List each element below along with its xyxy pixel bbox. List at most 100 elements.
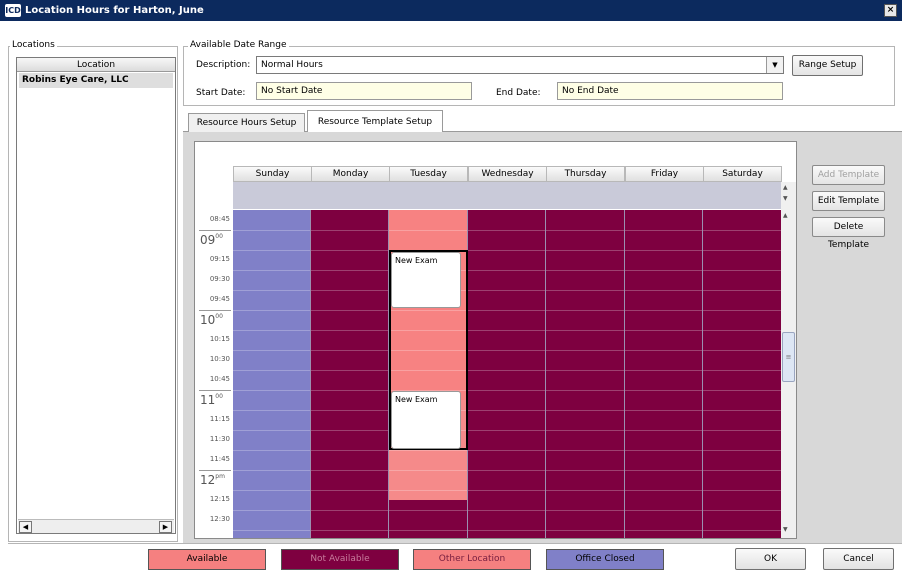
- chevron-down-icon[interactable]: ▼: [766, 57, 783, 73]
- tab-resource-template-setup[interactable]: Resource Template Setup: [307, 110, 443, 132]
- hour-number: 10: [200, 313, 216, 327]
- slot-line: [233, 310, 311, 311]
- slot-line: [703, 510, 782, 511]
- ok-button[interactable]: OK: [735, 548, 806, 570]
- hour-separator: [199, 390, 231, 391]
- add-template-button[interactable]: Add Template: [812, 165, 885, 185]
- date-range-group-label: Available Date Range: [188, 40, 289, 51]
- appointment-block[interactable]: New Exam: [391, 252, 461, 308]
- locations-list[interactable]: Location Robins Eye Care, LLC ◀ ▶: [16, 57, 176, 534]
- slot-line: [468, 270, 546, 271]
- legend-not-available: Not Available: [281, 549, 399, 570]
- slot-line: [311, 410, 389, 411]
- time-label: 12:30: [209, 515, 230, 523]
- close-button[interactable]: ×: [884, 4, 897, 17]
- slot-line: [311, 510, 389, 511]
- slot-line: [311, 450, 389, 451]
- column-separator: [310, 210, 311, 538]
- day-header-sunday[interactable]: Sunday: [233, 166, 312, 182]
- window-title: Location Hours for Harton, June: [25, 5, 204, 16]
- slot-line: [703, 450, 782, 451]
- time-label: 11:30: [209, 435, 230, 443]
- slot-line: [625, 250, 703, 251]
- day-header-thursday[interactable]: Thursday: [546, 166, 625, 182]
- slot-line: [311, 490, 389, 491]
- schedule-grid[interactable]: New Exam New Exam: [233, 210, 782, 538]
- slot-line: [233, 430, 311, 431]
- slot-line: [468, 450, 546, 451]
- day-column-saturday[interactable]: [703, 210, 782, 538]
- slot-line: [546, 270, 624, 271]
- slot-line: [468, 390, 546, 391]
- end-date-field[interactable]: No End Date: [557, 82, 783, 100]
- slot-line: [703, 490, 782, 491]
- hour-label: 12pm: [200, 473, 225, 487]
- delete-template-button[interactable]: Delete Template: [812, 217, 885, 250]
- locations-horizontal-scrollbar[interactable]: ◀ ▶: [18, 519, 174, 533]
- edit-template-button[interactable]: Edit Template: [812, 191, 885, 211]
- hour-separator: [199, 470, 231, 471]
- slot-line: [546, 350, 624, 351]
- legend-other-location: Other Location: [413, 549, 531, 570]
- all-day-area[interactable]: [233, 182, 782, 209]
- slot-line: [311, 430, 389, 431]
- scroll-right-icon[interactable]: ▶: [159, 521, 172, 533]
- slot-line: [625, 530, 703, 531]
- slot-line: [468, 490, 546, 491]
- tab-resource-hours-setup[interactable]: Resource Hours Setup: [188, 113, 305, 132]
- scroll-up-icon[interactable]: ▲: [783, 212, 788, 219]
- scroll-down-icon[interactable]: ▼: [783, 195, 788, 202]
- time-label: 09:45: [209, 295, 230, 303]
- slot-line: [468, 310, 546, 311]
- slot-line: [703, 250, 782, 251]
- time-label: 12:15: [209, 495, 230, 503]
- day-header-row: Sunday Monday Tuesday Wednesday Thursday Frid…: [233, 166, 782, 182]
- description-select[interactable]: Normal Hours: [256, 56, 784, 74]
- day-header-wednesday[interactable]: Wednesday: [468, 166, 547, 182]
- slot-line: [468, 250, 546, 251]
- scroll-down-icon[interactable]: ▼: [783, 526, 788, 533]
- hour-number: 11: [200, 393, 216, 407]
- appointment-block[interactable]: New Exam: [391, 391, 461, 449]
- cancel-button[interactable]: Cancel: [823, 548, 894, 570]
- slot-line: [703, 430, 782, 431]
- legend-available: Available: [148, 549, 266, 570]
- time-label: 11:45: [209, 455, 230, 463]
- slot-line: [311, 530, 389, 531]
- slot-line: [546, 510, 624, 511]
- schedule-vertical-scrollbar[interactable]: ▲ ▼ ▲ ≡ ▼: [781, 182, 796, 538]
- day-column-monday[interactable]: [311, 210, 389, 538]
- range-setup-button[interactable]: Range Setup: [792, 55, 863, 76]
- slot-line: [233, 450, 311, 451]
- day-header-monday[interactable]: Monday: [311, 166, 390, 182]
- location-column-header[interactable]: Location: [17, 58, 175, 72]
- slot-line: [311, 370, 389, 371]
- day-header-saturday[interactable]: Saturday: [703, 166, 782, 182]
- start-date-label: Start Date:: [196, 88, 246, 98]
- day-header-friday[interactable]: Friday: [625, 166, 704, 182]
- end-date-label: End Date:: [496, 88, 541, 98]
- day-header-tuesday[interactable]: Tuesday: [389, 166, 468, 182]
- scrollbar-thumb[interactable]: ≡: [782, 332, 795, 382]
- slot-line: [703, 410, 782, 411]
- day-column-friday[interactable]: [625, 210, 703, 538]
- slot-line: [703, 350, 782, 351]
- time-label: 10:15: [209, 335, 230, 343]
- slot-line: [703, 390, 782, 391]
- day-column-sunday[interactable]: [233, 210, 311, 538]
- slot-line: [311, 310, 389, 311]
- scroll-left-icon[interactable]: ◀: [19, 521, 32, 533]
- slot-line: [311, 470, 389, 471]
- location-item[interactable]: Robins Eye Care, LLC: [19, 73, 173, 88]
- start-date-field[interactable]: No Start Date: [256, 82, 472, 100]
- scroll-up-icon[interactable]: ▲: [783, 184, 788, 191]
- slot-line: [389, 470, 467, 471]
- day-column-thursday[interactable]: [546, 210, 624, 538]
- slot-line: [546, 490, 624, 491]
- day-column-wednesday[interactable]: [468, 210, 546, 538]
- slot-line: [625, 370, 703, 371]
- slot-line: [233, 290, 311, 291]
- legend-office-closed: Office Closed: [546, 549, 664, 570]
- hour-suffix: 00: [215, 313, 223, 320]
- schedule-calendar[interactable]: Sunday Monday Tuesday Wednesday Thursday Frid…: [194, 141, 797, 539]
